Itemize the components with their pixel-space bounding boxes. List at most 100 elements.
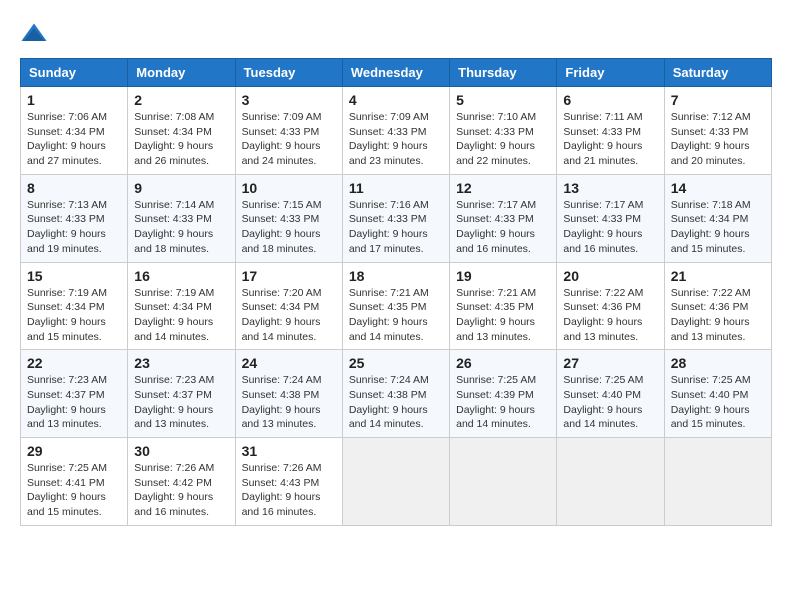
calendar-cell: 6 Sunrise: 7:11 AM Sunset: 4:33 PM Dayli…: [557, 87, 664, 175]
calendar-cell: 30 Sunrise: 7:26 AM Sunset: 4:42 PM Dayl…: [128, 438, 235, 526]
day-info: Sunrise: 7:22 AM Sunset: 4:36 PM Dayligh…: [563, 286, 657, 345]
day-info: Sunrise: 7:20 AM Sunset: 4:34 PM Dayligh…: [242, 286, 336, 345]
day-info: Sunrise: 7:06 AM Sunset: 4:34 PM Dayligh…: [27, 110, 121, 169]
weekday-header: Friday: [557, 59, 664, 87]
day-info: Sunrise: 7:13 AM Sunset: 4:33 PM Dayligh…: [27, 198, 121, 257]
calendar-cell: 31 Sunrise: 7:26 AM Sunset: 4:43 PM Dayl…: [235, 438, 342, 526]
day-info: Sunrise: 7:21 AM Sunset: 4:35 PM Dayligh…: [349, 286, 443, 345]
day-number: 10: [242, 180, 336, 196]
calendar-cell: 12 Sunrise: 7:17 AM Sunset: 4:33 PM Dayl…: [450, 174, 557, 262]
day-info: Sunrise: 7:21 AM Sunset: 4:35 PM Dayligh…: [456, 286, 550, 345]
day-info: Sunrise: 7:23 AM Sunset: 4:37 PM Dayligh…: [27, 373, 121, 432]
calendar-cell: 17 Sunrise: 7:20 AM Sunset: 4:34 PM Dayl…: [235, 262, 342, 350]
day-info: Sunrise: 7:16 AM Sunset: 4:33 PM Dayligh…: [349, 198, 443, 257]
day-number: 16: [134, 268, 228, 284]
calendar-cell: 19 Sunrise: 7:21 AM Sunset: 4:35 PM Dayl…: [450, 262, 557, 350]
day-info: Sunrise: 7:19 AM Sunset: 4:34 PM Dayligh…: [27, 286, 121, 345]
day-number: 19: [456, 268, 550, 284]
day-info: Sunrise: 7:26 AM Sunset: 4:42 PM Dayligh…: [134, 461, 228, 520]
calendar-cell: 15 Sunrise: 7:19 AM Sunset: 4:34 PM Dayl…: [21, 262, 128, 350]
page-header: [20, 20, 772, 48]
day-info: Sunrise: 7:12 AM Sunset: 4:33 PM Dayligh…: [671, 110, 765, 169]
calendar-cell: [557, 438, 664, 526]
calendar-cell: 23 Sunrise: 7:23 AM Sunset: 4:37 PM Dayl…: [128, 350, 235, 438]
calendar-cell: 16 Sunrise: 7:19 AM Sunset: 4:34 PM Dayl…: [128, 262, 235, 350]
calendar-cell: 18 Sunrise: 7:21 AM Sunset: 4:35 PM Dayl…: [342, 262, 449, 350]
day-info: Sunrise: 7:25 AM Sunset: 4:40 PM Dayligh…: [671, 373, 765, 432]
day-number: 8: [27, 180, 121, 196]
calendar-cell: 5 Sunrise: 7:10 AM Sunset: 4:33 PM Dayli…: [450, 87, 557, 175]
day-number: 13: [563, 180, 657, 196]
day-number: 6: [563, 92, 657, 108]
day-number: 4: [349, 92, 443, 108]
day-info: Sunrise: 7:19 AM Sunset: 4:34 PM Dayligh…: [134, 286, 228, 345]
calendar-cell: 13 Sunrise: 7:17 AM Sunset: 4:33 PM Dayl…: [557, 174, 664, 262]
day-number: 17: [242, 268, 336, 284]
calendar-cell: 24 Sunrise: 7:24 AM Sunset: 4:38 PM Dayl…: [235, 350, 342, 438]
day-info: Sunrise: 7:25 AM Sunset: 4:39 PM Dayligh…: [456, 373, 550, 432]
day-info: Sunrise: 7:26 AM Sunset: 4:43 PM Dayligh…: [242, 461, 336, 520]
calendar-cell: 21 Sunrise: 7:22 AM Sunset: 4:36 PM Dayl…: [664, 262, 771, 350]
day-number: 7: [671, 92, 765, 108]
day-number: 27: [563, 355, 657, 371]
calendar-cell: 1 Sunrise: 7:06 AM Sunset: 4:34 PM Dayli…: [21, 87, 128, 175]
day-number: 24: [242, 355, 336, 371]
calendar-cell: 27 Sunrise: 7:25 AM Sunset: 4:40 PM Dayl…: [557, 350, 664, 438]
day-info: Sunrise: 7:17 AM Sunset: 4:33 PM Dayligh…: [563, 198, 657, 257]
weekday-header: Wednesday: [342, 59, 449, 87]
weekday-header: Saturday: [664, 59, 771, 87]
day-info: Sunrise: 7:10 AM Sunset: 4:33 PM Dayligh…: [456, 110, 550, 169]
day-number: 29: [27, 443, 121, 459]
day-number: 21: [671, 268, 765, 284]
calendar-cell: 29 Sunrise: 7:25 AM Sunset: 4:41 PM Dayl…: [21, 438, 128, 526]
weekday-header: Thursday: [450, 59, 557, 87]
day-number: 22: [27, 355, 121, 371]
day-info: Sunrise: 7:09 AM Sunset: 4:33 PM Dayligh…: [349, 110, 443, 169]
calendar-cell: 10 Sunrise: 7:15 AM Sunset: 4:33 PM Dayl…: [235, 174, 342, 262]
calendar-cell: 4 Sunrise: 7:09 AM Sunset: 4:33 PM Dayli…: [342, 87, 449, 175]
calendar-week: 22 Sunrise: 7:23 AM Sunset: 4:37 PM Dayl…: [21, 350, 772, 438]
day-info: Sunrise: 7:08 AM Sunset: 4:34 PM Dayligh…: [134, 110, 228, 169]
calendar-cell: 25 Sunrise: 7:24 AM Sunset: 4:38 PM Dayl…: [342, 350, 449, 438]
day-number: 2: [134, 92, 228, 108]
day-info: Sunrise: 7:15 AM Sunset: 4:33 PM Dayligh…: [242, 198, 336, 257]
day-number: 20: [563, 268, 657, 284]
calendar-table: SundayMondayTuesdayWednesdayThursdayFrid…: [20, 58, 772, 526]
day-info: Sunrise: 7:24 AM Sunset: 4:38 PM Dayligh…: [242, 373, 336, 432]
calendar-week: 8 Sunrise: 7:13 AM Sunset: 4:33 PM Dayli…: [21, 174, 772, 262]
calendar-cell: 26 Sunrise: 7:25 AM Sunset: 4:39 PM Dayl…: [450, 350, 557, 438]
calendar-cell: 20 Sunrise: 7:22 AM Sunset: 4:36 PM Dayl…: [557, 262, 664, 350]
day-number: 1: [27, 92, 121, 108]
calendar-week: 15 Sunrise: 7:19 AM Sunset: 4:34 PM Dayl…: [21, 262, 772, 350]
day-number: 11: [349, 180, 443, 196]
day-number: 28: [671, 355, 765, 371]
day-number: 23: [134, 355, 228, 371]
day-number: 18: [349, 268, 443, 284]
logo: [20, 20, 52, 48]
calendar-cell: [664, 438, 771, 526]
calendar-cell: 14 Sunrise: 7:18 AM Sunset: 4:34 PM Dayl…: [664, 174, 771, 262]
logo-icon: [20, 20, 48, 48]
calendar-cell: 9 Sunrise: 7:14 AM Sunset: 4:33 PM Dayli…: [128, 174, 235, 262]
day-info: Sunrise: 7:11 AM Sunset: 4:33 PM Dayligh…: [563, 110, 657, 169]
calendar-cell: [342, 438, 449, 526]
day-info: Sunrise: 7:25 AM Sunset: 4:41 PM Dayligh…: [27, 461, 121, 520]
calendar-cell: [450, 438, 557, 526]
weekday-header: Tuesday: [235, 59, 342, 87]
day-number: 26: [456, 355, 550, 371]
day-number: 30: [134, 443, 228, 459]
day-info: Sunrise: 7:25 AM Sunset: 4:40 PM Dayligh…: [563, 373, 657, 432]
calendar-cell: 7 Sunrise: 7:12 AM Sunset: 4:33 PM Dayli…: [664, 87, 771, 175]
calendar-cell: 22 Sunrise: 7:23 AM Sunset: 4:37 PM Dayl…: [21, 350, 128, 438]
day-number: 25: [349, 355, 443, 371]
day-info: Sunrise: 7:17 AM Sunset: 4:33 PM Dayligh…: [456, 198, 550, 257]
day-number: 9: [134, 180, 228, 196]
day-info: Sunrise: 7:22 AM Sunset: 4:36 PM Dayligh…: [671, 286, 765, 345]
calendar-cell: 11 Sunrise: 7:16 AM Sunset: 4:33 PM Dayl…: [342, 174, 449, 262]
day-number: 5: [456, 92, 550, 108]
calendar-cell: 2 Sunrise: 7:08 AM Sunset: 4:34 PM Dayli…: [128, 87, 235, 175]
calendar-week: 29 Sunrise: 7:25 AM Sunset: 4:41 PM Dayl…: [21, 438, 772, 526]
calendar-cell: 8 Sunrise: 7:13 AM Sunset: 4:33 PM Dayli…: [21, 174, 128, 262]
day-number: 14: [671, 180, 765, 196]
day-number: 12: [456, 180, 550, 196]
